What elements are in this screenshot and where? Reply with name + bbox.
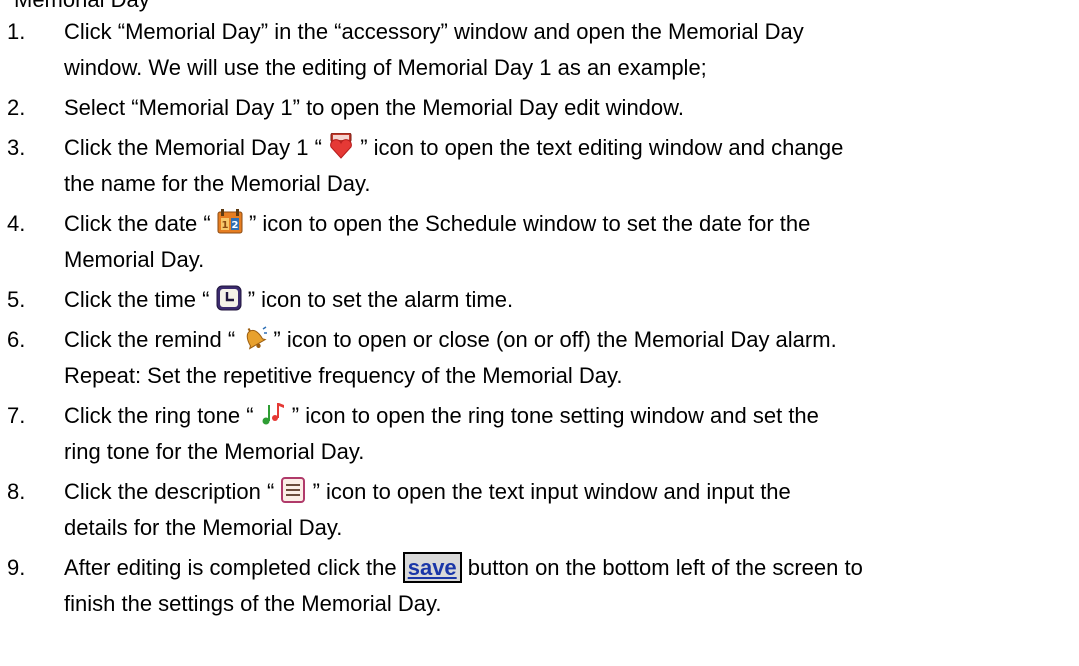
music-note-icon [260, 401, 286, 427]
step-number: 4. [7, 211, 26, 236]
step-text-before-icon: Click the Memorial Day 1 “ [64, 135, 322, 160]
step-number: 5. [7, 287, 26, 312]
step-text-continued: details for the Memorial Day. [64, 515, 343, 540]
step-text-after-icon: ” icon to open the Schedule window to se… [248, 211, 811, 236]
step-text-after-icon: ” icon to open the text editing window a… [360, 135, 844, 160]
step-text: Click the date “ 1 2 ” icon to open the … [64, 206, 1079, 242]
step-text-continued: the name for the Memorial Day. [64, 171, 371, 196]
step-number: 1. [7, 19, 26, 44]
bell-icon [241, 325, 268, 351]
step-number: 9. [7, 555, 26, 580]
step-number: 2. [7, 95, 26, 120]
list-item: 8. Click the description “ ” icon to ope… [0, 474, 1079, 546]
step-text: Click the ring tone “ ” icon to open the… [64, 398, 1079, 434]
clock-icon [216, 285, 242, 311]
list-item: 6. Click the remind “ ” icon to open or … [0, 322, 1079, 394]
step-text-continued: Repeat: Set the repetitive frequency of … [64, 363, 623, 388]
description-icon [280, 477, 306, 503]
step-text: After editing is completed click the sav… [64, 550, 1079, 586]
list-item: 1. Click “Memorial Day” in the “accessor… [0, 14, 1079, 86]
list-item: 3. Click the Memorial Day 1 “ ” icon to … [0, 130, 1079, 202]
heart-calendar-icon [328, 133, 354, 159]
step-number: 6. [7, 327, 26, 352]
step-text-before-icon: Click the time “ [64, 287, 210, 312]
step-text-after-icon: ” icon to set the alarm time. [247, 287, 514, 312]
step-text: Click the time “ ” icon to set the alarm… [64, 282, 1079, 318]
svg-text:1: 1 [221, 220, 228, 231]
step-text-before-icon: Click the description “ [64, 479, 275, 504]
list-item: 2. Select “Memorial Day 1” to open the M… [0, 90, 1079, 126]
step-text: Click the description “ ” icon to open t… [64, 474, 1079, 510]
step-text: Click “Memorial Day” in the “accessory” … [64, 19, 804, 44]
date-calendar-icon: 1 2 [217, 209, 243, 235]
svg-text:2: 2 [231, 220, 238, 231]
step-text: Click the Memorial Day 1 “ ” icon to ope… [64, 130, 1079, 166]
step-text-after-icon: ” icon to open the text input window and… [312, 479, 791, 504]
list-item: 5. Click the time “ ” icon to set the al… [0, 282, 1079, 318]
step-text: Select “Memorial Day 1” to open the Memo… [64, 95, 684, 120]
step-text-after-button: button on the bottom left of the screen … [461, 555, 863, 580]
step-text-continued: window. We will use the editing of Memor… [64, 55, 707, 80]
step-text-before-icon: Click the ring tone “ [64, 403, 254, 428]
step-text: Click the remind “ ” icon to open or clo… [64, 322, 1079, 358]
step-text-after-icon: ” icon to open or close (on or off) the … [273, 327, 837, 352]
step-number: 3. [7, 135, 26, 160]
step-text-before-button: After editing is completed click the [64, 555, 403, 580]
step-text-before-icon: Click the date “ [64, 211, 211, 236]
step-text-continued: finish the settings of the Memorial Day. [64, 591, 442, 616]
step-text-continued: Memorial Day. [64, 247, 205, 272]
step-text-after-icon: ” icon to open the ring tone setting win… [291, 403, 819, 428]
list-item: 4. Click the date “ 1 2 ” icon to open t… [0, 206, 1079, 278]
list-item: 7. Click the ring tone “ ” icon to open … [0, 398, 1079, 470]
step-text-continued: ring tone for the Memorial Day. [64, 439, 365, 464]
step-number: 7. [7, 403, 26, 428]
instruction-list: 1. Click “Memorial Day” in the “accessor… [0, 4, 1079, 622]
step-text-before-icon: Click the remind “ [64, 327, 236, 352]
save-button[interactable]: save [402, 552, 462, 583]
step-number: 8. [7, 479, 26, 504]
list-item: 9. After editing is completed click the … [0, 550, 1079, 622]
